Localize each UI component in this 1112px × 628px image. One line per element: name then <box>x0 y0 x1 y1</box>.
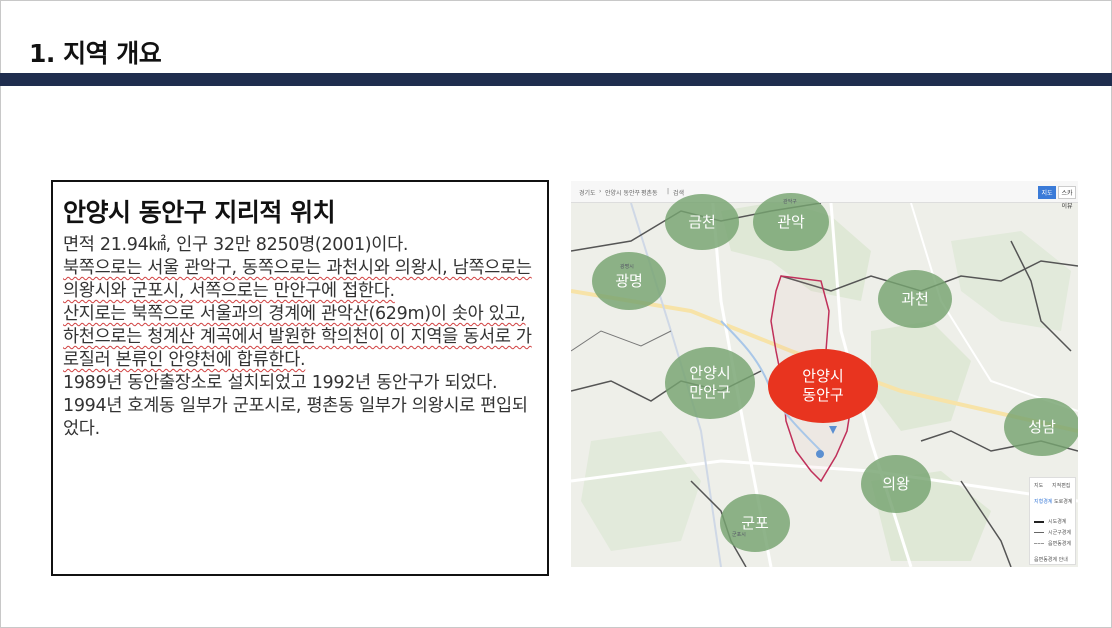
region-gwanak-sublabel: 관악구 <box>783 199 797 205</box>
legend-line-icon <box>1034 532 1044 533</box>
legend-footer: 읍면동경계 안내 <box>1034 557 1068 563</box>
region-manan-line2: 만안구 <box>689 383 731 401</box>
region-dongan-line1: 안양시 <box>802 367 844 385</box>
map-breadcrumb-dong[interactable]: 평촌동 <box>641 188 658 197</box>
box-heading: 안양시 동안구 지리적 위치 <box>63 198 336 227</box>
paragraph-borders: 북쪽으로는 서울 관악구, 동쪽으로는 과천시와 의왕시, 남쪽으로는 의왕시와… <box>63 258 532 301</box>
legend-row-dong: 읍면동경계 <box>1034 540 1071 547</box>
paragraph-terrain: 산지로는 북쪽으로 서울과의 경계에 관악산(629m)이 솟아 있고, 하천으… <box>63 304 532 370</box>
paragraph-history: 1989년 동안출장소로 설치되었고 1992년 동안구가 되었다. 1994년… <box>63 373 528 439</box>
map-search-link[interactable]: 검색 <box>673 188 684 197</box>
legend-subtab-terrain[interactable]: 지형경계 <box>1034 498 1052 505</box>
region-dongan-gu: 안양시 동안구 <box>768 349 878 423</box>
map-view-button[interactable]: 지도 <box>1038 186 1056 199</box>
legend-subtab-road[interactable]: 도로경계 <box>1054 498 1072 505</box>
region-gwangmyeong-sublabel: 광명시 <box>620 264 634 270</box>
map-toolbar: 경기도 › 안양시 동안구 › 평촌동 | 검색 지도 스카이뷰 <box>571 181 1078 210</box>
map-breadcrumb-separator: › <box>635 188 638 195</box>
location-map[interactable]: 경기도 › 안양시 동안구 › 평촌동 | 검색 지도 스카이뷰 금천 관악 관… <box>571 181 1078 567</box>
region-gunpo: 군포 <box>720 494 790 552</box>
description-box: 안양시 동안구 지리적 위치 면적 21.94㎢, 인구 32만 8250명(2… <box>51 180 549 576</box>
region-manan-line1: 안양시 <box>689 364 731 382</box>
region-geumcheon: 금천 <box>665 194 739 250</box>
region-gwacheon: 과천 <box>878 270 952 328</box>
legend-row-province: 시도경계 <box>1034 518 1066 525</box>
legend-row-district: 시군구경계 <box>1034 529 1071 536</box>
region-dongan-line2: 동안구 <box>802 386 844 404</box>
region-uiwang: 의왕 <box>861 455 931 513</box>
legend-label: 시군구경계 <box>1048 530 1072 536</box>
region-manan-gu: 안양시 만안구 <box>665 347 755 419</box>
region-gwangmyeong: 광명 <box>592 252 666 310</box>
region-gunpo-sublabel: 군포시 <box>732 532 746 538</box>
map-breadcrumb-separator: | <box>667 188 670 195</box>
map-breadcrumb-province[interactable]: 경기도 <box>579 188 596 197</box>
legend-label: 읍면동경계 <box>1048 541 1072 547</box>
legend-label: 시도경계 <box>1048 519 1067 525</box>
map-legend: 지도 지적편집 지형경계 도로경계 시도경계 시군구경계 읍면동경계 읍면동경계… <box>1029 477 1076 565</box>
skyview-button[interactable]: 스카이뷰 <box>1058 186 1076 210</box>
page-title: 1. 지역 개요 <box>29 39 162 68</box>
legend-line-icon <box>1034 520 1044 523</box>
title-divider-bar <box>0 73 1112 86</box>
region-seongnam: 성남 <box>1004 398 1078 456</box>
box-body: 면적 21.94㎢, 인구 32만 8250명(2001)이다. 북쪽으로는 서… <box>63 234 537 441</box>
legend-line-icon <box>1034 543 1044 544</box>
legend-tab-cadastral[interactable]: 지적편집 <box>1052 482 1070 489</box>
paragraph-area: 면적 21.94㎢, 인구 32만 8250명(2001)이다. <box>63 235 409 255</box>
map-breadcrumb-separator: › <box>599 188 602 195</box>
legend-tab-map[interactable]: 지도 <box>1034 482 1043 489</box>
